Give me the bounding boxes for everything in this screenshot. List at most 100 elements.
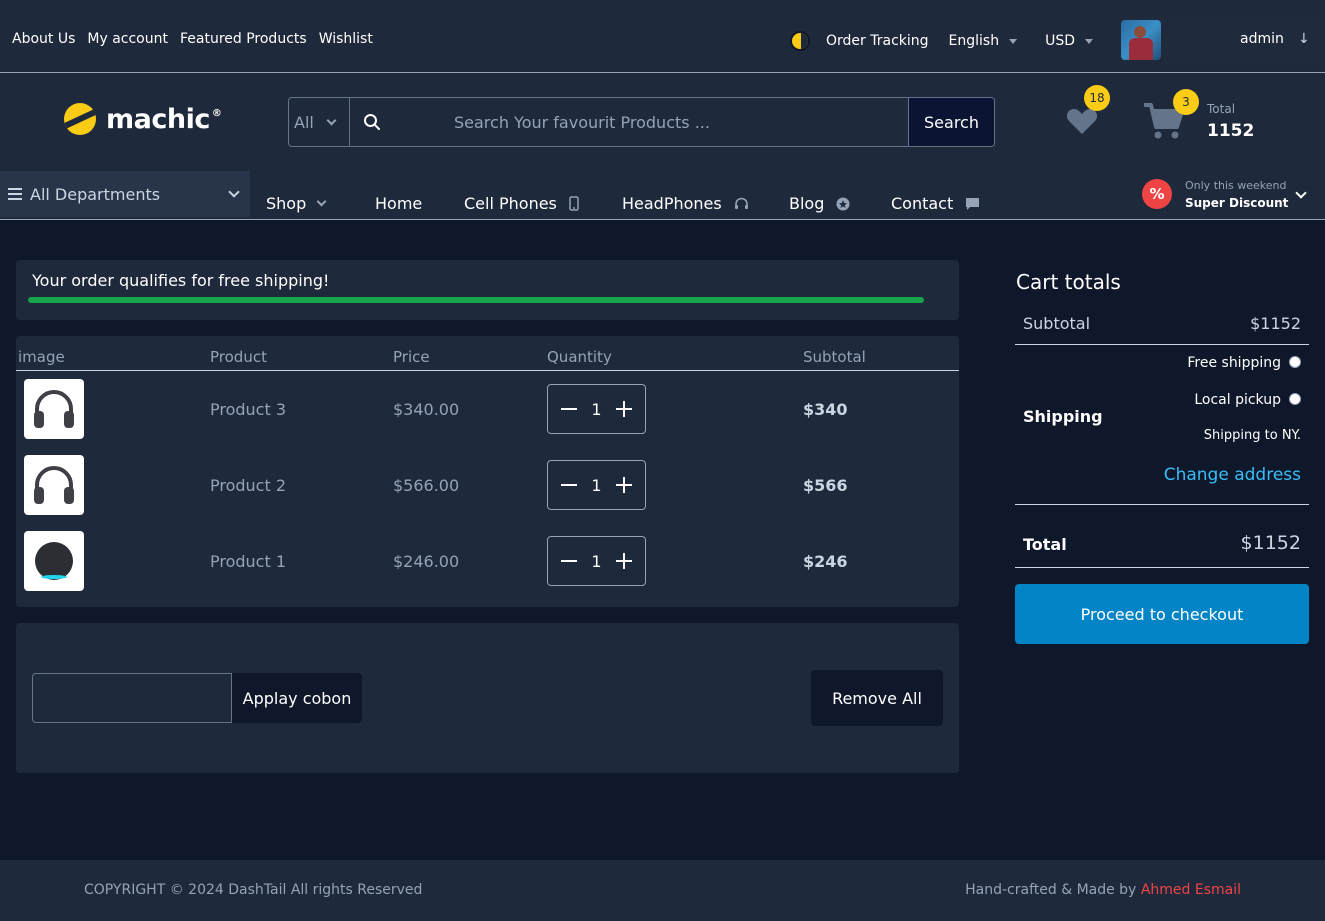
plus-icon[interactable] <box>615 400 633 418</box>
chevron-down-icon <box>228 186 240 198</box>
blog-icon <box>836 197 850 210</box>
product-price: $566.00 <box>393 476 460 495</box>
minus-icon[interactable] <box>560 476 578 494</box>
all-departments-label: All Departments <box>30 184 161 204</box>
top-links: About Us My account Featured Products Wi… <box>12 31 373 47</box>
nav-item-contact[interactable]: Contact <box>891 194 980 213</box>
cart-total-label: Total <box>1207 102 1236 116</box>
order-tracking-link[interactable]: Order Tracking <box>826 33 929 49</box>
language-select[interactable]: English <box>949 33 1018 49</box>
wishlist-count-badge: 18 <box>1084 85 1110 111</box>
proceed-to-checkout-button[interactable]: Proceed to checkout <box>1015 584 1309 644</box>
nav-item-label: HeadPhones <box>622 194 722 213</box>
all-departments-menu[interactable]: All Departments <box>0 171 250 217</box>
chevron-down-icon[interactable] <box>1295 187 1307 199</box>
footer: COPYRIGHT © 2024 DashTail All rights Res… <box>0 860 1325 921</box>
table-row: Product 3 $340.00 1 $340 <box>16 371 959 447</box>
search-bar: All Search <box>288 97 995 147</box>
shipping-destination: Shipping to NY. <box>1203 428 1301 443</box>
radio-button[interactable] <box>1289 356 1301 368</box>
search-category-value: All <box>294 112 314 132</box>
shipping-row: Shipping Free shipping Local pickup Ship… <box>1015 345 1309 505</box>
search-icon <box>350 98 394 146</box>
quantity-stepper: 1 <box>547 384 646 434</box>
search-input[interactable] <box>394 98 908 146</box>
product-image[interactable] <box>24 455 84 515</box>
phone-icon <box>569 196 579 211</box>
wishlist-link[interactable]: Wishlist <box>319 31 373 47</box>
product-name[interactable]: Product 2 <box>210 476 286 495</box>
nav-item-label: Blog <box>789 194 825 213</box>
cart-button[interactable]: 3 <box>1143 89 1199 145</box>
theme-toggle-icon[interactable] <box>790 31 810 51</box>
chevron-down-icon <box>316 196 327 207</box>
cart-total-value: 1152 <box>1207 121 1255 141</box>
heart-icon <box>1066 109 1098 134</box>
search-category-select[interactable]: All <box>289 98 350 146</box>
nav-item-cell-phones[interactable]: Cell Phones <box>464 194 579 213</box>
product-name[interactable]: Product 3 <box>210 400 286 419</box>
promo-super-discount[interactable]: % Only this weekend Super Discount <box>1142 179 1288 210</box>
copyright-text: COPYRIGHT © 2024 DashTail All rights Res… <box>84 882 423 898</box>
product-price: $246.00 <box>393 552 460 571</box>
product-name[interactable]: Product 1 <box>210 552 286 571</box>
table-row: Product 1 $246.00 1 $246 <box>16 523 959 599</box>
shipping-progress-fill <box>28 297 924 303</box>
quantity-value[interactable]: 1 <box>591 552 601 571</box>
author-link[interactable]: Ahmed Esmail <box>1141 882 1241 898</box>
nav-item-shop[interactable]: Shop <box>266 194 327 213</box>
quantity-value[interactable]: 1 <box>591 400 601 419</box>
caret-down-icon <box>1085 38 1094 44</box>
coupon-panel: Applay cobon Remove All <box>16 623 959 773</box>
coupon-input[interactable] <box>32 673 232 723</box>
remove-all-button[interactable]: Remove All <box>811 670 943 726</box>
about-us-link[interactable]: About Us <box>12 31 75 47</box>
table-row: Product 2 $566.00 1 $566 <box>16 447 959 523</box>
top-right-controls: Order Tracking English USD <box>790 20 1094 62</box>
smart-speaker-icon <box>35 542 73 580</box>
top-bar: About Us My account Featured Products Wi… <box>0 0 1325 73</box>
currency-select[interactable]: USD <box>1045 33 1094 49</box>
product-image[interactable] <box>24 531 84 591</box>
quantity-stepper: 1 <box>547 460 646 510</box>
headphones-product-icon <box>34 466 74 504</box>
column-header-price: Price <box>393 348 430 366</box>
avatar <box>1121 20 1161 60</box>
subtotal-label: Subtotal <box>1023 314 1091 333</box>
subtotal-row: Subtotal $1152 <box>1015 314 1309 344</box>
chevron-down-icon <box>326 115 337 125</box>
cart-count-badge: 3 <box>1173 89 1199 115</box>
nav-item-headphones[interactable]: HeadPhones <box>622 194 749 213</box>
quantity-value[interactable]: 1 <box>591 476 601 495</box>
my-account-link[interactable]: My account <box>87 31 168 47</box>
currency-value: USD <box>1045 33 1076 49</box>
wishlist-button[interactable]: 18 <box>1066 85 1110 139</box>
row-subtotal: $566 <box>803 476 848 495</box>
logo[interactable]: machic ® <box>64 103 222 135</box>
headphones-product-icon <box>34 390 74 428</box>
user-menu[interactable]: admin ↓ <box>1120 18 1322 62</box>
nav-item-home[interactable]: Home <box>375 194 422 213</box>
featured-products-link[interactable]: Featured Products <box>180 31 307 47</box>
search-button[interactable]: Search <box>908 98 994 146</box>
change-address-link[interactable]: Change address <box>1164 465 1301 485</box>
column-header-quantity: Quantity <box>547 348 612 366</box>
nav-item-blog[interactable]: Blog <box>789 194 850 213</box>
headphones-icon <box>734 197 748 209</box>
caret-down-icon <box>1009 38 1018 44</box>
minus-icon[interactable] <box>560 552 578 570</box>
product-image[interactable] <box>24 379 84 439</box>
minus-icon[interactable] <box>560 400 578 418</box>
free-shipping-option[interactable]: Free shipping <box>1187 355 1301 371</box>
shipping-label: Shipping <box>1023 407 1103 426</box>
apply-coupon-button[interactable]: Applay cobon <box>232 673 362 723</box>
promo-subtitle: Only this weekend <box>1185 179 1287 192</box>
plus-icon[interactable] <box>615 552 633 570</box>
logo-icon <box>64 103 96 135</box>
total-value: $1152 <box>1240 532 1301 554</box>
local-pickup-option[interactable]: Local pickup <box>1194 392 1301 408</box>
plus-icon[interactable] <box>615 476 633 494</box>
divider <box>1015 504 1309 505</box>
radio-button[interactable] <box>1289 393 1301 405</box>
nav-item-label: Contact <box>891 194 954 213</box>
